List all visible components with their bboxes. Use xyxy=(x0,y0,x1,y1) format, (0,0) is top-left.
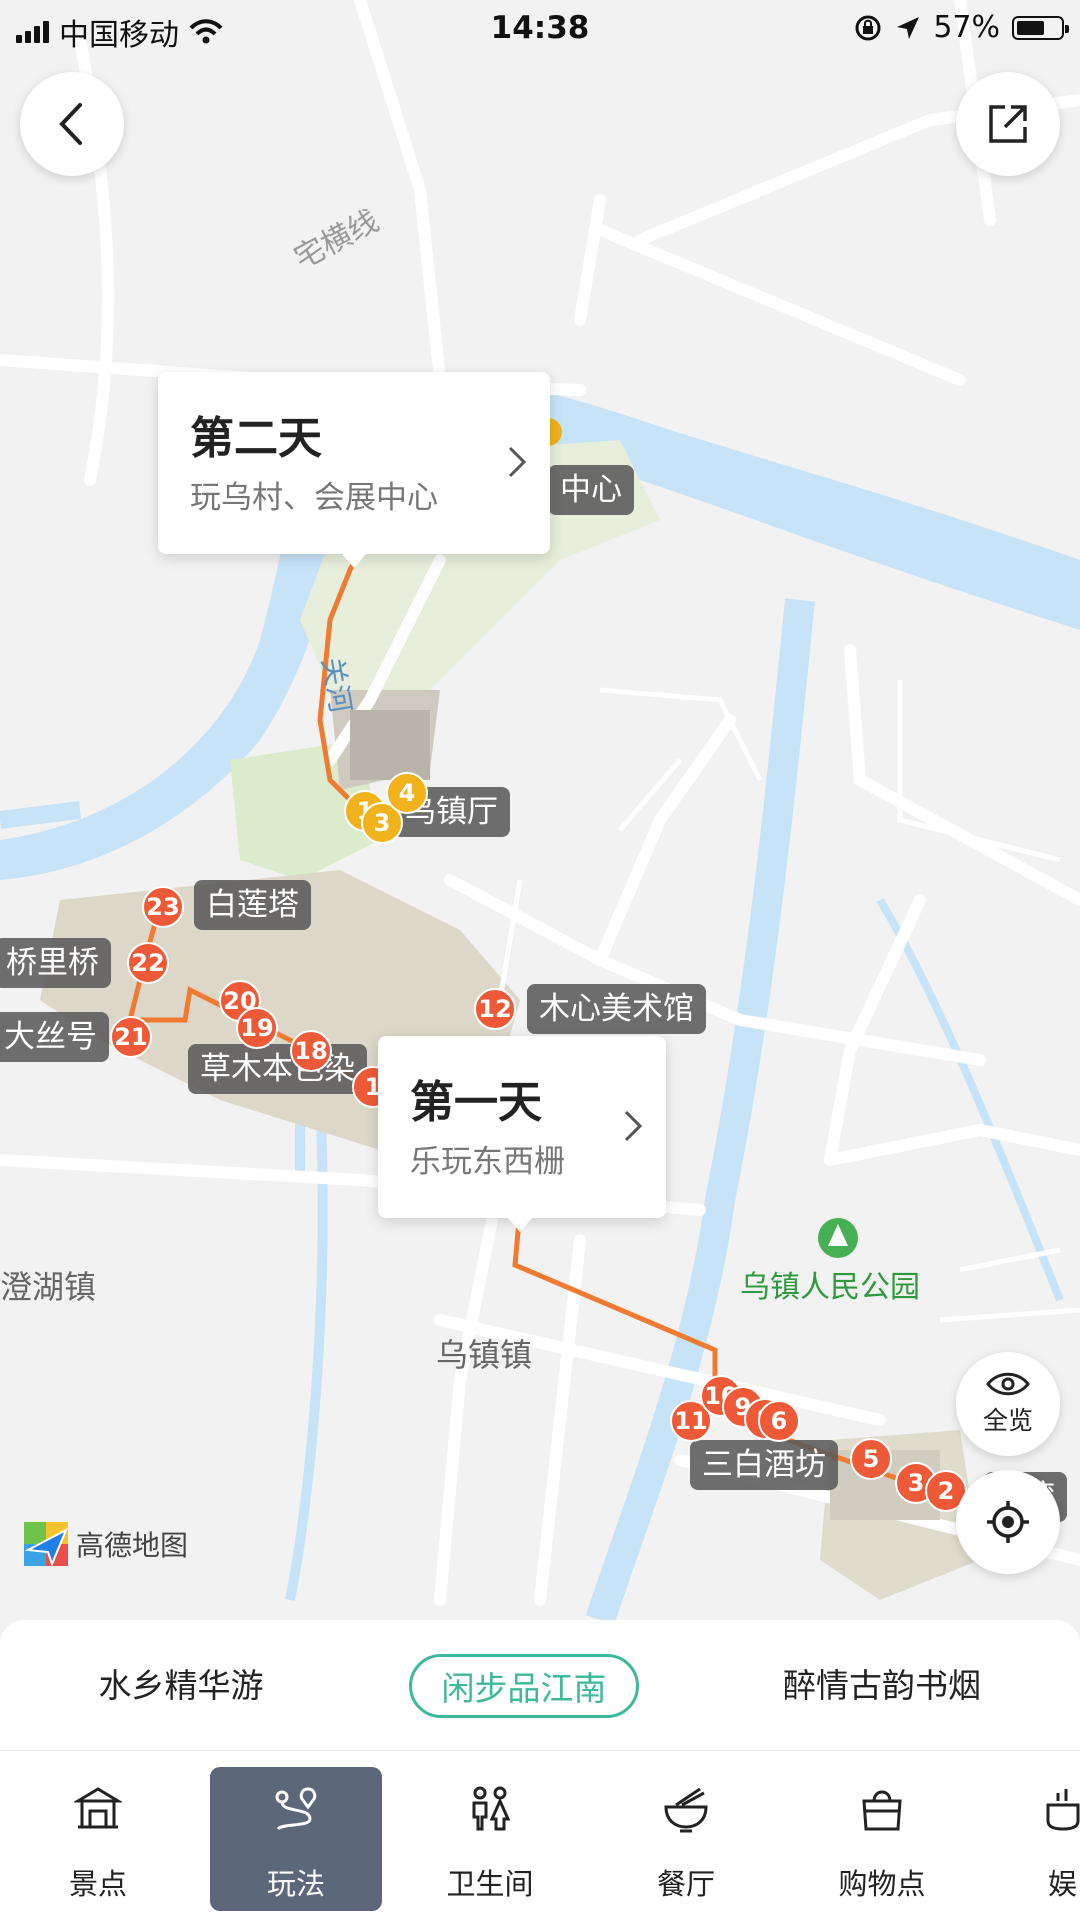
poi-label-winery[interactable]: 三白酒坊 xyxy=(690,1440,838,1490)
route-tab-3[interactable]: 醉情古韵书烟 xyxy=(760,1654,1004,1718)
map-pin-day1[interactable]: 21 xyxy=(110,1016,152,1058)
day1-title: 第一天 xyxy=(410,1077,542,1128)
shopping-bag-icon xyxy=(862,1790,902,1831)
bottom-nav: 景点 玩法 卫生间 餐厅 购物点 娱 xyxy=(0,1750,1080,1920)
share-icon xyxy=(989,105,1027,143)
nav-restaurant-label: 餐厅 xyxy=(656,1867,715,1901)
nav-shopping-label: 购物点 xyxy=(838,1867,926,1901)
nav-restroom[interactable]: 卫生间 xyxy=(404,1767,576,1911)
nav-entertainment[interactable]: 娱 xyxy=(990,1767,1080,1911)
entertainment-icon xyxy=(1046,1789,1080,1831)
poi-label-bridge[interactable]: 桥里桥 xyxy=(0,938,111,988)
poi-label-museum[interactable]: 木心美术馆 xyxy=(527,984,706,1034)
battery-icon xyxy=(1012,15,1069,40)
nav-routes[interactable]: 玩法 xyxy=(210,1767,382,1911)
poi-label-dye[interactable]: 草木本色染 xyxy=(188,1044,367,1094)
nav-scenic[interactable]: 景点 xyxy=(12,1767,184,1911)
chevron-left-icon xyxy=(59,103,82,145)
status-bar: 中国移动 14:38 57% xyxy=(0,0,1080,54)
nav-routes-label: 玩法 xyxy=(266,1867,325,1901)
map-pin-day2[interactable]: 4 xyxy=(386,772,428,814)
poi-label-pagoda[interactable]: 白莲塔 xyxy=(194,880,311,930)
route-icon xyxy=(275,1787,317,1831)
park-label: 乌镇人民公园 xyxy=(740,1270,920,1305)
day2-title: 第二天 xyxy=(190,413,322,464)
map-pin-day1[interactable]: 19 xyxy=(236,1007,278,1049)
nav-scenic-label: 景点 xyxy=(68,1867,127,1901)
poi-label-center[interactable]: 中心 xyxy=(548,465,634,515)
route-tab-1[interactable]: 水乡精华游 xyxy=(56,1654,306,1718)
scenic-spot-icon xyxy=(74,1787,122,1829)
map-pin-day1[interactable]: 18 xyxy=(290,1030,332,1072)
chevron-right-icon xyxy=(624,1110,643,1142)
nav-restaurant[interactable]: 餐厅 xyxy=(600,1767,772,1911)
eye-icon xyxy=(986,1372,1030,1396)
amap-brand-text: 高德地图 xyxy=(76,1529,189,1562)
chevron-right-icon xyxy=(508,446,527,478)
route-tab-bar: 水乡精华游 闲步品江南 醉情古韵书烟 xyxy=(0,1620,1080,1750)
restroom-icon xyxy=(472,1786,511,1831)
town-label-chenghu: 澄湖镇 xyxy=(0,1268,97,1306)
map-pin-day1[interactable]: 5 xyxy=(850,1438,892,1480)
restaurant-icon xyxy=(664,1787,708,1833)
day2-subtitle: 玩乌村、会展中心 xyxy=(190,480,438,516)
overview-label: 全览 xyxy=(982,1406,1033,1435)
town-label-wuzhen: 乌镇镇 xyxy=(436,1336,533,1374)
route-tab-2[interactable]: 闲步品江南 xyxy=(409,1654,639,1718)
map-pin-day1[interactable]: 12 xyxy=(474,988,516,1030)
poi-label-silk[interactable]: 大丝号 xyxy=(0,1012,109,1062)
nav-entertainment-label: 娱 xyxy=(1048,1867,1078,1901)
rotation-lock-icon xyxy=(855,15,881,40)
map-pin-day1[interactable]: 23 xyxy=(142,886,184,928)
crosshair-icon xyxy=(987,1501,1029,1543)
battery-percent: 57% xyxy=(933,10,1000,45)
locate-me-button[interactable] xyxy=(956,1470,1060,1574)
amap-logo: 高德地图 xyxy=(22,1520,188,1568)
share-button[interactable] xyxy=(956,72,1060,176)
back-button[interactable] xyxy=(20,72,124,176)
map-pin-day1[interactable]: 6 xyxy=(758,1400,800,1442)
location-arrow-icon xyxy=(897,16,920,39)
overview-button[interactable]: 全览 xyxy=(956,1352,1060,1456)
day1-subtitle: 乐玩东西栅 xyxy=(410,1144,565,1180)
nav-restroom-label: 卫生间 xyxy=(446,1867,534,1901)
day1-card[interactable]: 第一天 乐玩东西栅 xyxy=(378,1036,666,1232)
nav-shopping[interactable]: 购物点 xyxy=(796,1767,968,1911)
amap-logo-icon xyxy=(24,1522,68,1567)
map-pin-day1[interactable]: 22 xyxy=(127,942,169,984)
day2-card[interactable]: 第二天 玩乌村、会展中心 xyxy=(158,372,550,568)
